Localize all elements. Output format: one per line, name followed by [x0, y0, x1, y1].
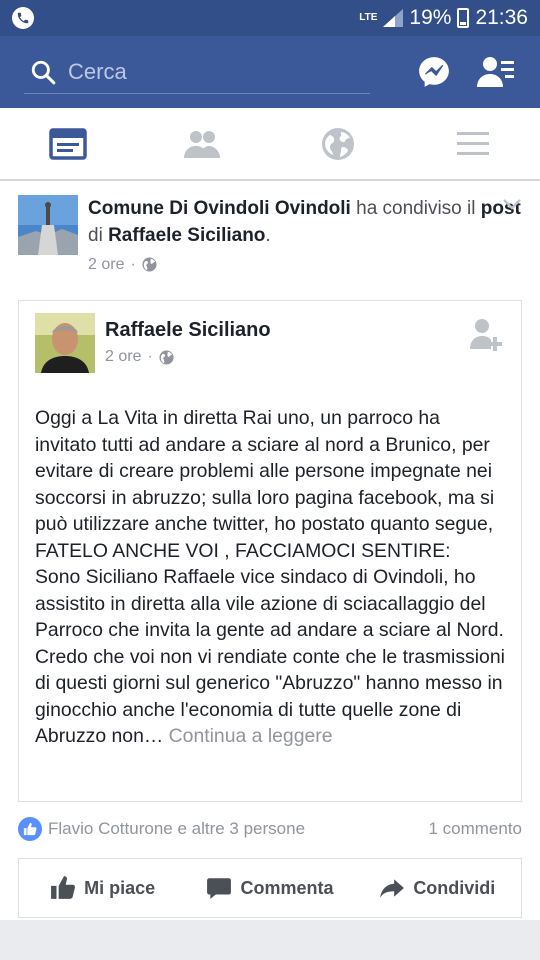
story-period: . — [265, 225, 271, 246]
story-title: Comune Di Ovindoli Ovindoli ha condiviso… — [88, 195, 522, 278]
friend-requests-icon — [477, 57, 514, 87]
signal-icon — [383, 9, 404, 27]
author-avatar[interactable] — [35, 313, 95, 373]
tab-menu[interactable] — [405, 108, 540, 179]
comment-icon — [207, 878, 232, 899]
page-avatar[interactable] — [18, 195, 78, 255]
shared-time[interactable]: 2 ore — [105, 348, 141, 366]
tab-news-feed[interactable] — [0, 108, 135, 179]
share-label: Condividi — [413, 877, 496, 898]
top-navbar — [0, 36, 540, 108]
continue-reading-link[interactable]: Continua a leggere — [163, 725, 333, 747]
battery-percent: 19% — [409, 6, 452, 29]
shared-post-header: Raffaele Siciliano 2 ore · — [19, 301, 521, 385]
reactions-bar: Flavio Cotturone e altre 3 persone 1 com… — [0, 804, 540, 854]
phone-call-icon — [12, 7, 34, 29]
messenger-button[interactable] — [414, 52, 454, 92]
likes-summary[interactable]: Flavio Cotturone e altre 3 persone — [48, 819, 305, 839]
post-text: Oggi a La Vita in diretta Rai uno, un pa… — [35, 407, 505, 747]
search-bar[interactable] — [24, 50, 370, 94]
shared-author-block: Raffaele Siciliano 2 ore · — [105, 313, 271, 373]
action-bar: Mi piace Commenta Condividi — [18, 858, 522, 918]
friends-icon — [183, 130, 220, 158]
post-body: Oggi a La Vita in diretta Rai uno, un pa… — [19, 385, 521, 750]
like-label: Mi piace — [84, 877, 156, 898]
search-input[interactable] — [68, 58, 328, 85]
story-header: Comune Di Ovindoli Ovindoli ha condiviso… — [0, 181, 540, 278]
like-button[interactable]: Mi piace — [19, 875, 186, 901]
battery-icon — [457, 8, 470, 28]
shared-meta: 2 ore · — [105, 348, 271, 366]
shared-author-name[interactable]: Raffaele Siciliano — [105, 319, 271, 342]
comment-button[interactable]: Commenta — [186, 875, 353, 901]
facebook-app: LTE 19% 21:36 Cerca Comune Di Ovindoli O… — [0, 0, 540, 960]
like-badge-icon — [18, 817, 42, 841]
globe-icon — [321, 127, 354, 160]
comment-label: Commenta — [240, 877, 334, 898]
shared-post[interactable]: Raffaele Siciliano 2 ore · Oggi a La Vit… — [18, 300, 522, 802]
public-globe-icon — [159, 349, 174, 365]
comments-count[interactable]: 1 commento — [428, 819, 522, 839]
public-globe-icon — [142, 257, 157, 272]
menu-icon — [456, 131, 489, 155]
add-friend-icon[interactable] — [469, 317, 505, 353]
story-verb: ha condiviso il — [350, 198, 481, 219]
story-time[interactable]: 2 ore — [88, 251, 124, 278]
feed-story: Comune Di Ovindoli Ovindoli ha condiviso… — [0, 180, 540, 920]
chevron-down-icon[interactable] — [502, 197, 522, 211]
share-button[interactable]: Condividi — [354, 875, 521, 901]
thumbs-up-icon — [51, 876, 76, 899]
share-arrow-icon — [380, 879, 405, 898]
story-meta: 2 ore · — [88, 251, 522, 278]
tab-notifications[interactable] — [270, 108, 405, 179]
search-icon — [31, 60, 56, 84]
friend-requests-button[interactable] — [476, 52, 516, 92]
network-type: LTE — [359, 12, 378, 23]
tab-bar — [0, 108, 540, 180]
clock: 21:36 — [475, 6, 528, 29]
story-connector: di — [88, 225, 109, 246]
original-author-link[interactable]: Raffaele Siciliano — [108, 225, 265, 246]
tab-friends[interactable] — [135, 108, 270, 179]
status-bar: LTE 19% 21:36 — [0, 0, 540, 36]
messenger-icon — [419, 57, 449, 87]
page-name-link[interactable]: Comune Di Ovindoli Ovindoli — [88, 198, 351, 219]
news-feed-icon — [48, 127, 87, 160]
